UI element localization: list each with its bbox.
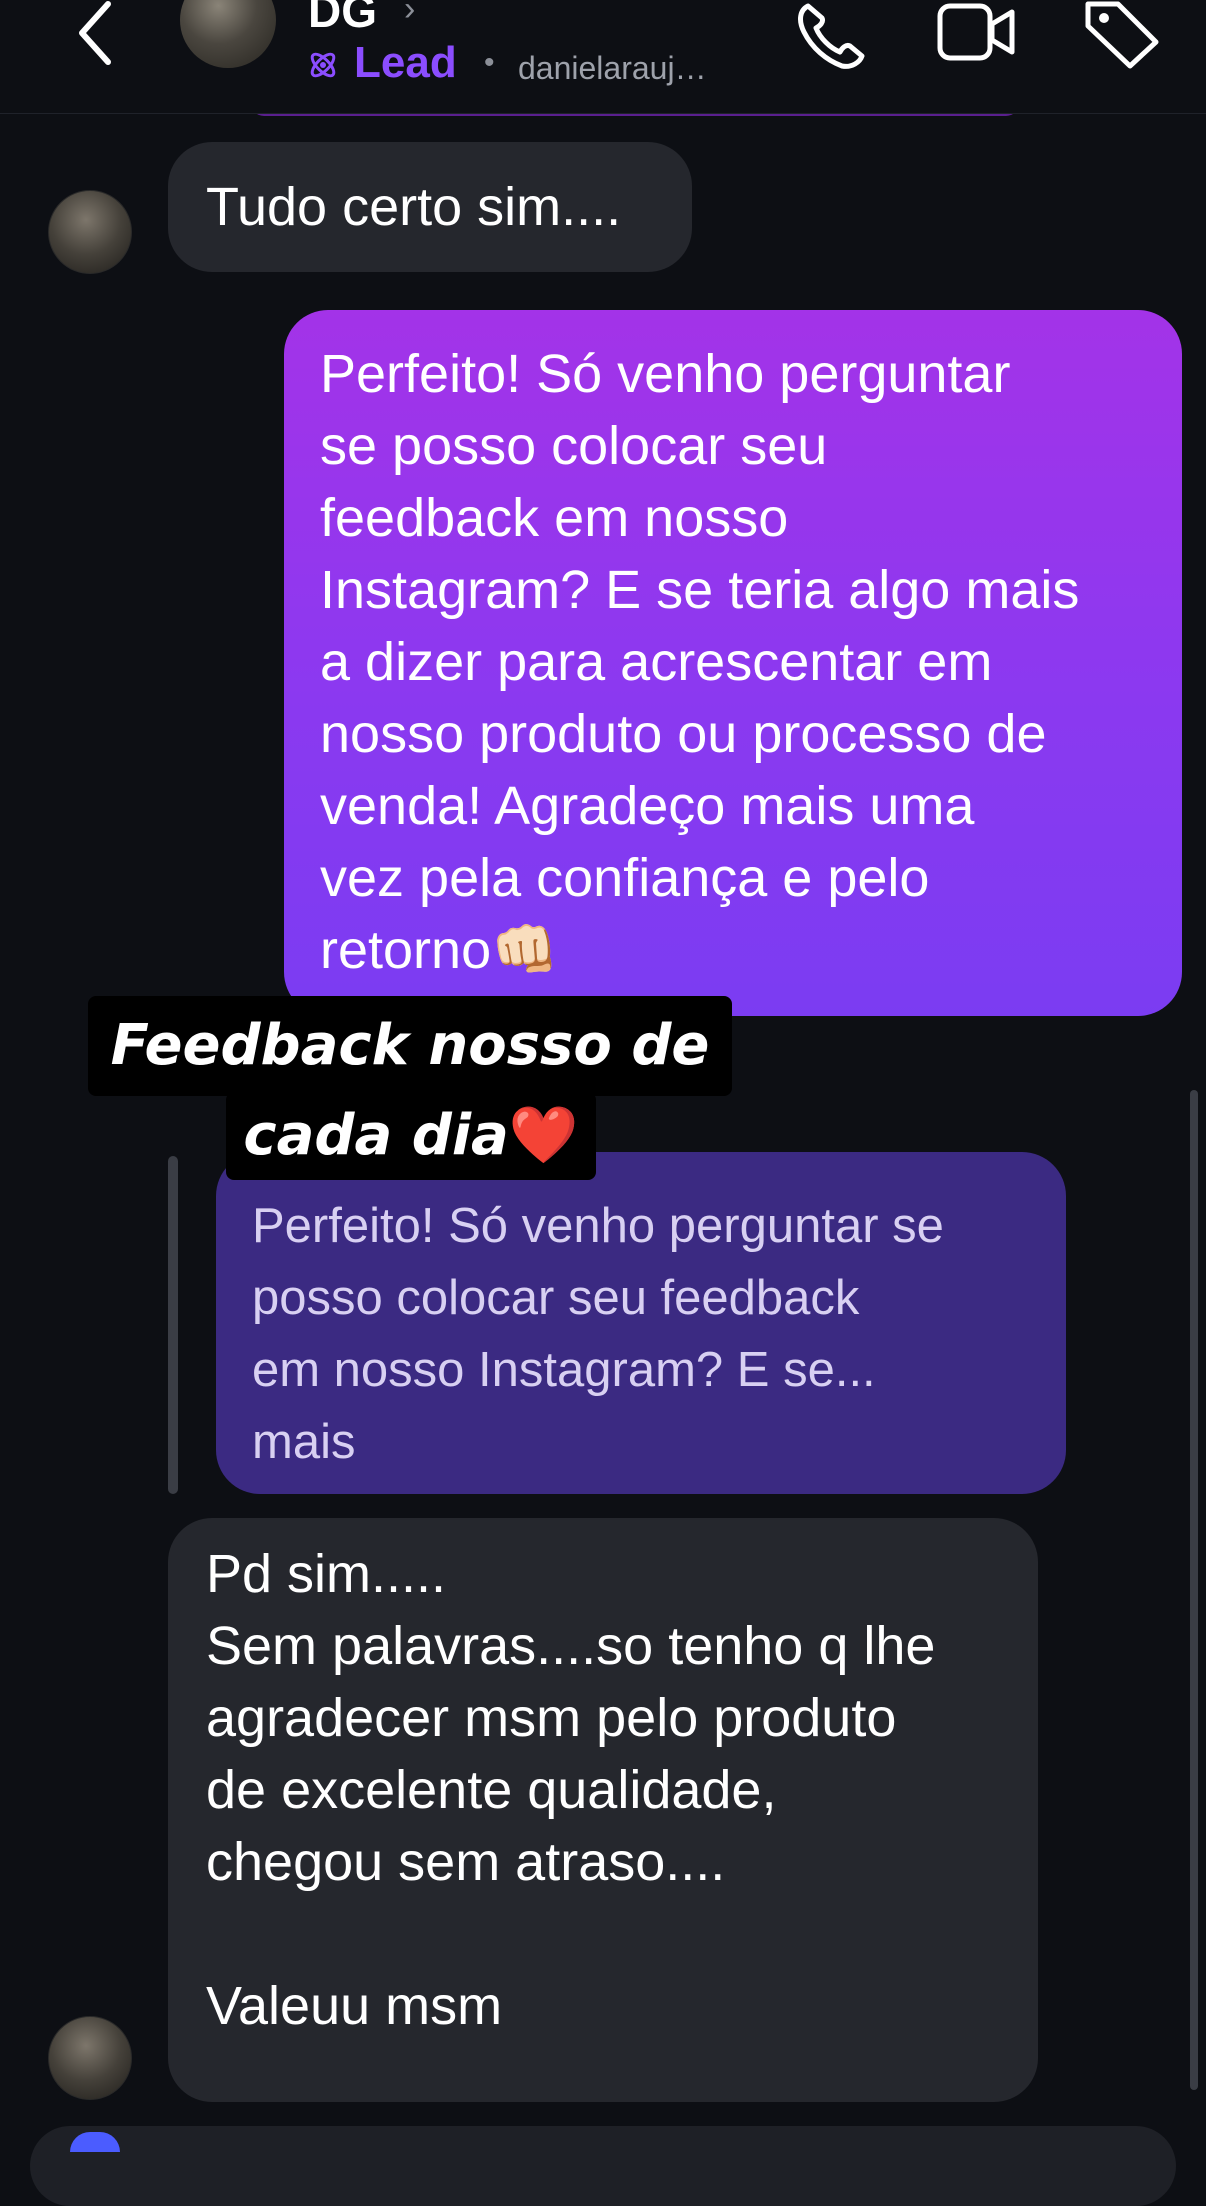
tag-icon[interactable] [1082,0,1162,70]
contact-avatar[interactable] [180,0,276,68]
outgoing-message[interactable]: Perfeito! Só venho perguntar se posso co… [284,310,1182,1016]
incoming-message[interactable]: Pd sim..... Sem palavras....so tenho q l… [168,1518,1038,2102]
contact-name[interactable]: DG [308,0,377,38]
message-composer[interactable] [30,2126,1176,2206]
sticker-text: cada dia [243,1103,509,1168]
incoming-message[interactable]: Tudo certo sim.... [168,142,692,272]
video-camera-icon[interactable] [936,0,1016,70]
heart-emoji: ❤️ [508,1103,579,1168]
lead-icon [310,52,336,78]
quoted-message[interactable]: Perfeito! Só venho perguntar se posso co… [216,1152,1066,1494]
lead-label[interactable]: Lead [354,38,457,88]
phone-icon[interactable] [790,0,870,70]
sticker-text-line2: cada dia❤️ [226,1092,596,1180]
sticker-text-line1: Feedback nosso de [88,996,732,1096]
message-text: Tudo certo sim.... [206,177,622,237]
scrollbar[interactable] [1190,1090,1198,2090]
separator-dot: • [484,46,495,79]
chat-header: DG › Lead • danielarauj… [0,0,1206,114]
reply-indicator-line [168,1156,178,1494]
chevron-right-icon: › [404,0,416,28]
contact-avatar-small [48,2016,132,2100]
contact-avatar-small [48,190,132,274]
back-chevron-icon[interactable] [70,0,120,66]
contact-username[interactable]: danielarauj… [518,50,707,87]
